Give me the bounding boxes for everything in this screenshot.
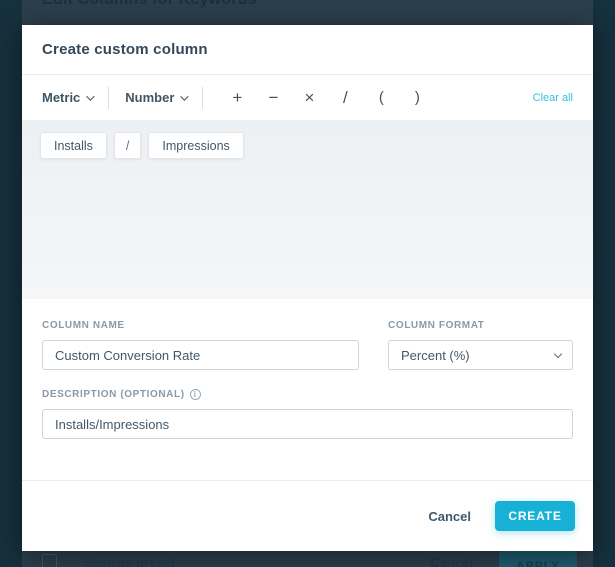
minus-operator-button[interactable]: − bbox=[255, 83, 291, 113]
modal-header: Create custom column bbox=[22, 25, 593, 75]
column-format-label: COLUMN FORMAT bbox=[388, 320, 485, 331]
info-icon: i bbox=[189, 389, 201, 400]
divide-operator-button[interactable]: / bbox=[327, 83, 363, 113]
number-dropdown[interactable]: Number bbox=[125, 90, 190, 105]
background-dialog-title: Edit Columns for Keywords bbox=[42, 0, 257, 9]
column-name-input[interactable] bbox=[42, 340, 359, 370]
chevron-down-icon bbox=[86, 91, 95, 101]
background-cancel-button[interactable]: Cancel bbox=[430, 555, 473, 567]
modal-footer: Cancel CREATE bbox=[22, 480, 593, 551]
formula-toolbar: Metric Number + − × / ( ) Clear all bbox=[22, 75, 593, 120]
save-as-preset-label: Save as preset bbox=[84, 555, 176, 567]
chevron-down-icon bbox=[180, 91, 190, 101]
toolbar-divider bbox=[202, 86, 204, 109]
operator-buttons: + − × / ( ) bbox=[219, 83, 435, 113]
column-name-label: COLUMN NAME bbox=[42, 320, 125, 331]
formula-token-divide[interactable]: / bbox=[113, 132, 142, 159]
open-paren-button[interactable]: ( bbox=[363, 83, 399, 113]
cancel-button[interactable]: Cancel bbox=[428, 509, 471, 524]
create-custom-column-modal: Create custom column Metric Number + − ×… bbox=[22, 25, 593, 551]
background-dialog-footer: Save as preset Cancel APPLY bbox=[22, 551, 593, 567]
column-format-select[interactable]: Percent (%) bbox=[388, 340, 573, 370]
background-dialog-header: Edit Columns for Keywords bbox=[22, 0, 593, 25]
number-dropdown-label: Number bbox=[125, 90, 175, 105]
create-button[interactable]: CREATE bbox=[495, 501, 575, 531]
description-input[interactable] bbox=[42, 409, 573, 439]
modal-title: Create custom column bbox=[42, 41, 208, 58]
toolbar-divider bbox=[108, 86, 110, 109]
formula-token-impressions[interactable]: Impressions bbox=[148, 132, 244, 159]
multiply-operator-button[interactable]: × bbox=[291, 83, 327, 113]
description-label: DESCRIPTION (OPTIONAL) i bbox=[42, 389, 573, 400]
background-apply-button[interactable]: APPLY bbox=[499, 551, 577, 567]
clear-all-link[interactable]: Clear all bbox=[533, 92, 573, 104]
metric-dropdown[interactable]: Metric bbox=[42, 90, 95, 105]
close-paren-button[interactable]: ) bbox=[399, 83, 435, 113]
plus-operator-button[interactable]: + bbox=[219, 83, 255, 113]
formula-canvas[interactable]: Installs / Impressions bbox=[22, 120, 593, 299]
column-settings-form: COLUMN NAME COLUMN FORMAT Percent (%) DE… bbox=[22, 299, 593, 480]
formula-token-installs[interactable]: Installs bbox=[40, 132, 107, 159]
metric-dropdown-label: Metric bbox=[42, 90, 81, 105]
save-as-preset-checkbox[interactable] bbox=[42, 554, 57, 567]
